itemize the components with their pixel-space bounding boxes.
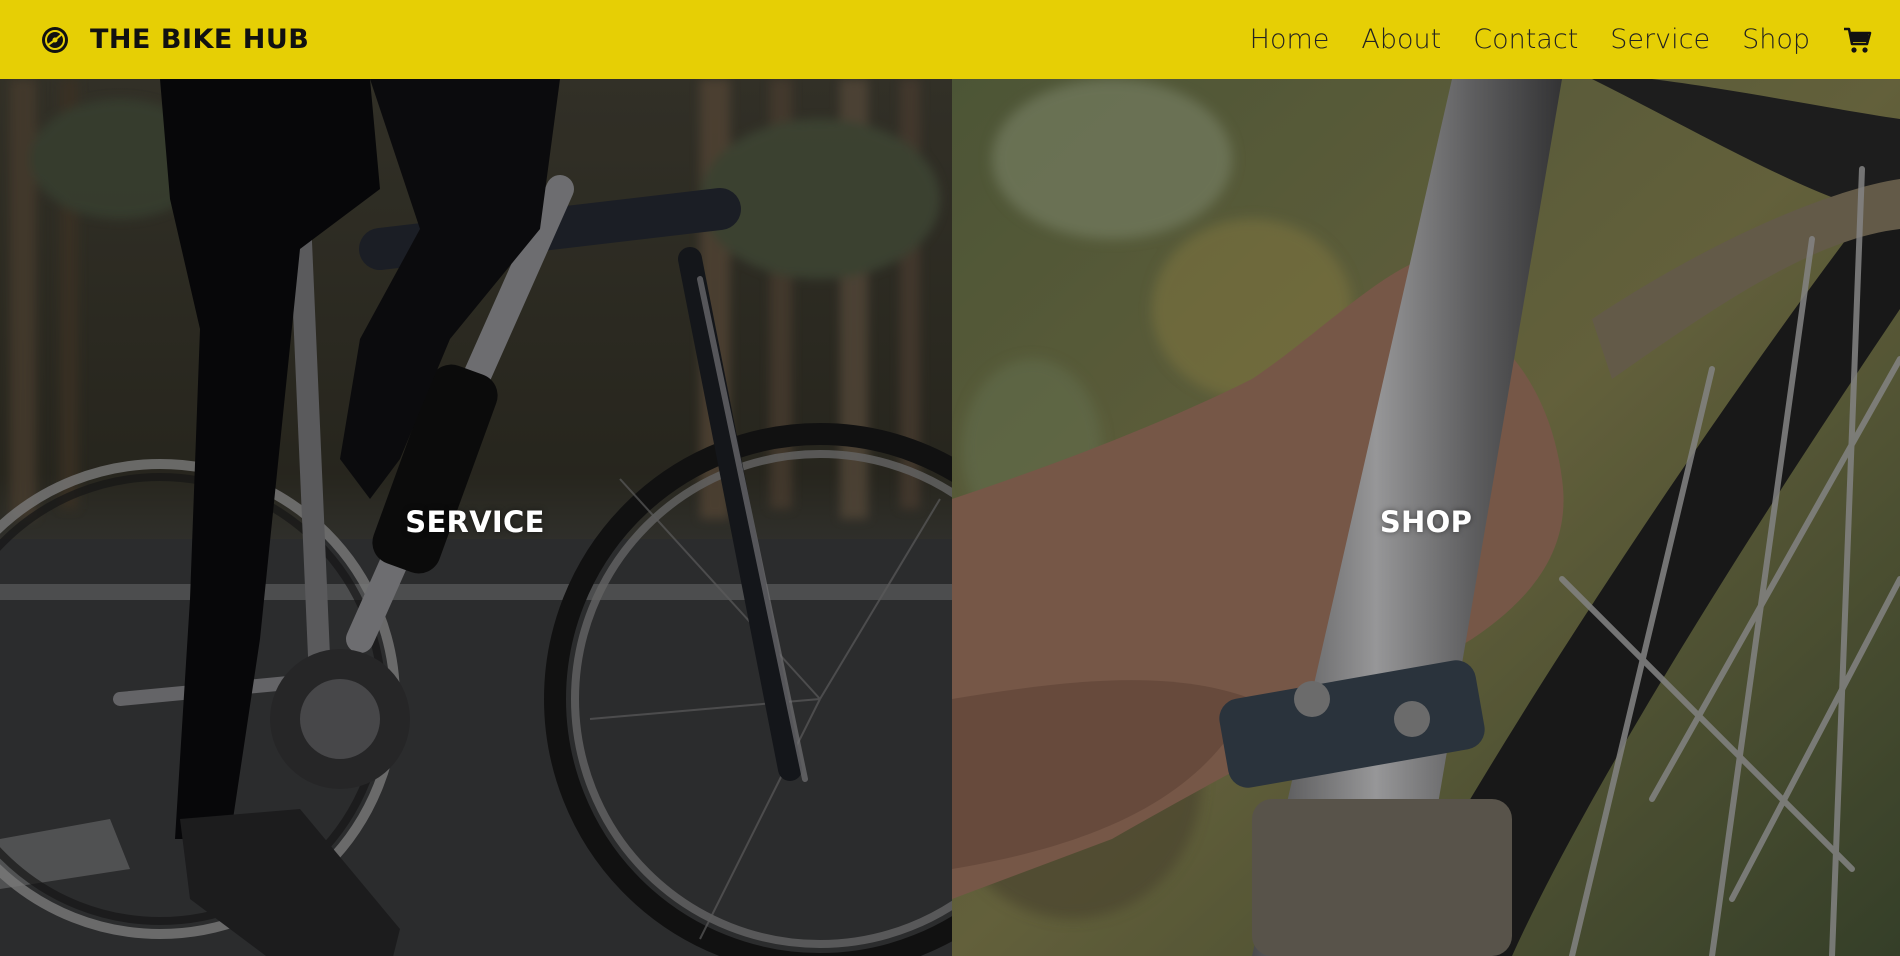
nav-home-link[interactable]: Home — [1250, 24, 1330, 55]
bicycle-wheel-icon — [40, 25, 70, 55]
brand-logo[interactable]: THE BIKE HUB — [40, 24, 309, 55]
shop-label: SHOP — [1379, 505, 1473, 539]
top-navbar: THE BIKE HUB Home About Contact Service … — [0, 0, 1900, 79]
nav-shop-link[interactable]: Shop — [1742, 24, 1810, 55]
hero-panels: SERVICE SHOP — [0, 79, 1900, 956]
service-label: SERVICE — [405, 505, 545, 539]
service-panel[interactable]: SERVICE — [0, 79, 952, 956]
brand-name: THE BIKE HUB — [90, 24, 310, 55]
shop-panel[interactable]: SHOP — [952, 79, 1900, 956]
nav-contact-link[interactable]: Contact — [1473, 24, 1578, 55]
nav-about-link[interactable]: About — [1361, 24, 1441, 55]
main-nav: Home About Contact Service Shop — [1218, 24, 1872, 55]
shopping-cart-icon[interactable] — [1842, 25, 1872, 55]
nav-service-link[interactable]: Service — [1610, 24, 1710, 55]
